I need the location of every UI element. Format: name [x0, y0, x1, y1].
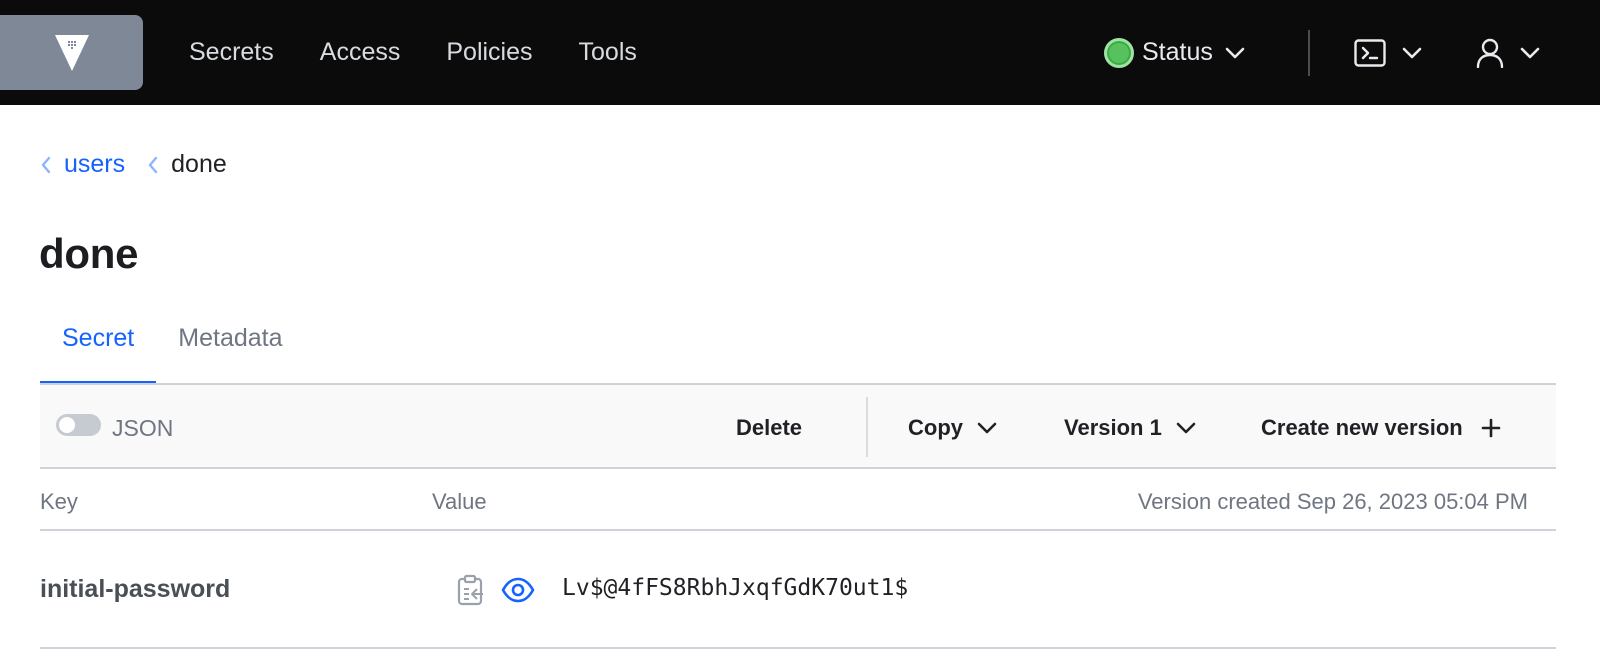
status-indicator-icon	[1104, 37, 1134, 68]
user-icon	[1476, 38, 1504, 68]
chevron-down-icon	[1176, 421, 1196, 435]
plus-icon	[1481, 418, 1501, 438]
delete-button-label: Delete	[736, 415, 803, 440]
chevron-down-icon	[977, 421, 997, 435]
version-created-timestamp: Version created Sep 26, 2023 05:04 PM	[1137, 489, 1528, 514]
delete-button[interactable]: Delete	[736, 385, 802, 471]
vault-logo[interactable]	[0, 15, 143, 90]
copy-dropdown-button[interactable]: Copy	[908, 385, 997, 471]
json-toggle[interactable]	[56, 414, 101, 436]
tab-secret[interactable]: Secret	[40, 312, 157, 384]
secret-key: initial-password	[40, 575, 231, 603]
copy-button-label: Copy	[908, 415, 963, 440]
page-title: done	[39, 230, 139, 277]
chevron-down-icon	[1520, 47, 1540, 58]
nav-link-policies[interactable]: Policies	[446, 38, 532, 67]
chevron-down-icon	[1225, 47, 1245, 58]
breadcrumb: users done	[40, 150, 227, 179]
breadcrumb-current: done	[171, 150, 227, 178]
terminal-icon	[1354, 38, 1386, 67]
clipboard-copy-icon[interactable]	[457, 574, 485, 606]
vault-logo-icon	[54, 34, 89, 71]
nav-links: Secrets Access Policies Tools	[189, 0, 683, 105]
toolbar-divider	[866, 397, 868, 457]
user-menu-button[interactable]	[1476, 0, 1540, 105]
secret-toolbar: JSON Delete Copy Version 1 Create new ve…	[40, 383, 1556, 469]
version-button-label: Version 1	[1064, 415, 1162, 440]
breadcrumb-link-users[interactable]: users	[64, 150, 125, 179]
json-toggle-label: JSON	[112, 415, 174, 441]
chevron-left-icon	[40, 155, 54, 175]
tab-metadata[interactable]: Metadata	[156, 312, 304, 384]
nav-link-access[interactable]: Access	[320, 38, 401, 67]
version-dropdown-button[interactable]: Version 1	[1064, 385, 1196, 471]
console-menu-button[interactable]	[1354, 0, 1422, 105]
chevron-left-icon	[147, 155, 161, 175]
tab-bar: Secret Metadata	[40, 312, 305, 384]
status-menu[interactable]: Status	[1104, 0, 1245, 105]
create-new-version-label: Create new version	[1261, 415, 1463, 440]
secret-value: Lv$@4fFS8RbhJxqfGdK70ut1$	[562, 575, 909, 601]
table-row: initial-password Lv$@4fFS8RbhJxqfGdK70ut…	[40, 531, 1556, 649]
table-header: Key Value Version created Sep 26, 2023 0…	[40, 469, 1556, 531]
column-header-value: Value	[432, 489, 487, 514]
nav-divider	[1308, 30, 1310, 76]
nav-link-secrets[interactable]: Secrets	[189, 38, 274, 67]
top-nav: Secrets Access Policies Tools Status	[0, 0, 1600, 105]
status-label: Status	[1142, 38, 1213, 66]
eye-icon[interactable]	[501, 577, 535, 603]
nav-link-tools[interactable]: Tools	[579, 38, 637, 67]
json-toggle-knob	[59, 417, 75, 433]
create-new-version-button[interactable]: Create new version	[1261, 385, 1501, 471]
column-header-key: Key	[40, 489, 78, 514]
chevron-down-icon	[1402, 47, 1422, 58]
